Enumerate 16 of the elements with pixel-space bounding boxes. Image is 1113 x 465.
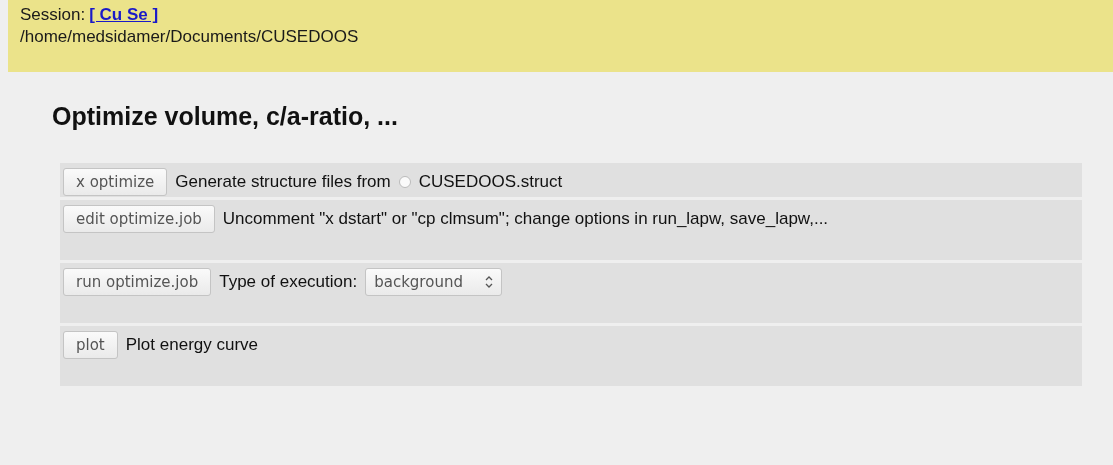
updown-arrow-icon xyxy=(484,276,493,288)
radio-label: CUSEDOOS.struct xyxy=(418,171,563,193)
session-label: Session: xyxy=(20,5,86,24)
session-path: /home/medsidamer/Documents/CUSEDOOS xyxy=(20,26,360,48)
action-button[interactable]: plot xyxy=(63,331,118,359)
task-description: Plot energy curve xyxy=(125,334,259,356)
execution-dropdown[interactable]: background xyxy=(365,268,502,296)
task-description: Type of execution: xyxy=(219,271,358,293)
task-description: Uncomment "x dstart" or "cp clmsum"; change options in run_lapw, save_lapw,... xyxy=(222,208,829,230)
page-title: Optimize volume, c/a-ratio, ... xyxy=(52,102,399,132)
task-description: Generate structure files from xyxy=(175,171,391,193)
action-button[interactable]: x optimize xyxy=(63,168,168,196)
radio-button[interactable] xyxy=(398,176,411,188)
action-button[interactable]: run optimize.job xyxy=(63,268,212,296)
action-button[interactable]: edit optimize.job xyxy=(63,205,215,233)
session-link[interactable]: [ Cu Se ] xyxy=(89,5,159,24)
